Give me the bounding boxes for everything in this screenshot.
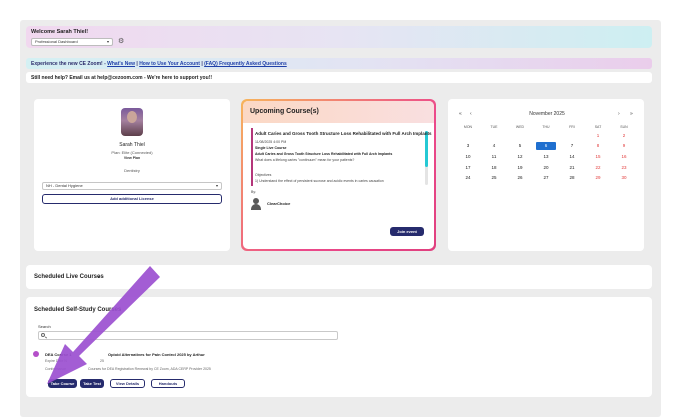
search-input[interactable] [38, 331, 338, 340]
calendar-month-label: November 2025 [529, 111, 565, 117]
status-dot [33, 351, 39, 357]
calendar-day-today[interactable]: 6 [536, 142, 556, 150]
chevron-down-icon[interactable]: ⌄ [96, 272, 102, 280]
upcoming-course-type: Single Live Course [255, 146, 287, 150]
course-title-rest[interactable]: Opioid Alternatives for Pain Control 202… [108, 352, 205, 357]
calendar-day[interactable]: 16 [614, 153, 634, 161]
calendar-day[interactable]: 27 [536, 174, 556, 182]
calendar-day[interactable]: 15 [588, 153, 608, 161]
scheduled-live-title[interactable]: Scheduled Live Courses [34, 274, 104, 280]
welcome-text: Welcome Sarah Thiel! [31, 29, 89, 35]
course-expire-date-rest: 25 [100, 359, 104, 363]
announcement-text: Experience the new CE Zoom! - What's New… [31, 61, 287, 67]
by-label: By: [251, 190, 257, 194]
prev-year-icon[interactable]: « [459, 111, 462, 117]
link-whats-new[interactable]: What's New [107, 61, 135, 67]
calendar-weekday-label: SAT [594, 125, 602, 129]
calendar-day[interactable]: 5 [510, 142, 530, 150]
calendar-day[interactable]: 1 [588, 132, 608, 140]
teacher-name: ClearChoice [267, 201, 291, 206]
self-study-title: Scheduled Self-Study Courses [34, 307, 122, 313]
course-scrollbar[interactable] [425, 131, 428, 185]
chevron-down-icon: ▾ [215, 183, 218, 188]
calendar-weekday-label: THU [542, 125, 550, 129]
upcoming-course-date: 11/08/2025 4:00 PM [255, 140, 287, 144]
objective-item: 1) Understand the effect of persistent s… [255, 179, 384, 183]
calendar-day[interactable]: 20 [536, 164, 556, 172]
next-year-icon[interactable]: » [630, 111, 633, 117]
upcoming-title: Upcoming Course(s) [250, 108, 319, 115]
calendar-day[interactable]: 4 [484, 142, 504, 150]
profile-name: Sarah Thiel [119, 142, 145, 148]
calendar-weekday-label: FRI [569, 125, 575, 129]
user-silhouette-icon [251, 198, 261, 210]
calendar-day[interactable]: 29 [588, 174, 608, 182]
calendar-day[interactable]: 11 [484, 153, 504, 161]
course-conformance-rest: Courses for DEA Registration Renewal by … [88, 367, 211, 371]
link-how-to-use[interactable]: How to Use Your Account [139, 61, 200, 67]
announcement-prefix: Experience the new CE Zoom! - [31, 61, 108, 67]
view-plan-link[interactable]: View Plan [82, 156, 182, 160]
search-icon [41, 333, 45, 337]
chevron-down-icon: ▾ [106, 39, 109, 44]
link-faq[interactable]: (FAQ) Frequently Asked Questions [204, 61, 287, 67]
course-expire-date: Expire Date N [45, 359, 67, 363]
calendar-day[interactable]: 17 [458, 164, 478, 172]
calendar-day[interactable]: 18 [484, 164, 504, 172]
course-title-start[interactable]: DEA Course 1 [45, 352, 72, 357]
calendar-day[interactable]: 7 [562, 142, 582, 150]
calendar-day[interactable]: 3 [458, 142, 478, 150]
license-select-value: NH - Dental Hygiene [46, 183, 83, 188]
calendar-day[interactable]: 25 [484, 174, 504, 182]
objectives-label: Objectives [255, 173, 272, 177]
dashboard-select-value: Professional Dashboard [35, 39, 78, 44]
calendar-day[interactable]: 26 [510, 174, 530, 182]
prev-month-icon[interactable]: ‹ [470, 111, 472, 117]
calendar-weekday-label: WED [515, 125, 525, 129]
dashboard-select[interactable]: Professional Dashboard ▾ [31, 38, 113, 46]
calendar-day[interactable]: 21 [562, 164, 582, 172]
upcoming-course-title-2: Adult Caries and Gross Tooth Structure L… [255, 152, 393, 156]
calendar-day[interactable]: 24 [458, 174, 478, 182]
calendar-weekday-label: SUN [620, 125, 628, 129]
course-conformance: Conformance [45, 367, 67, 371]
calendar-day[interactable]: 23 [614, 164, 634, 172]
scheduled-live-section [26, 265, 652, 289]
view-details-button[interactable]: View Details [110, 379, 145, 388]
avatar [121, 108, 143, 136]
join-event-button[interactable]: Join event [390, 227, 424, 236]
calendar-day[interactable]: 9 [614, 142, 634, 150]
handouts-button[interactable]: Handouts [151, 379, 185, 388]
add-license-button[interactable]: Add additional License [42, 194, 222, 204]
calendar-day[interactable]: 10 [458, 153, 478, 161]
calendar-day[interactable]: 28 [562, 174, 582, 182]
calendar-day[interactable]: 14 [562, 153, 582, 161]
calendar-weekday-label: MON [463, 125, 473, 129]
profile-profession: Dentistry [124, 168, 140, 173]
license-select[interactable]: NH - Dental Hygiene ▾ [42, 182, 222, 190]
calendar-day[interactable]: 8 [588, 142, 608, 150]
take-course-button[interactable]: Take Course [48, 379, 77, 388]
next-month-icon[interactable]: › [618, 111, 620, 117]
help-text: Still need help? Email us at help@cezoom… [31, 75, 212, 81]
calendar-day[interactable]: 12 [510, 153, 530, 161]
upcoming-course-item [251, 128, 428, 186]
upcoming-course-desc: What does a lifelong caries "continuum" … [255, 158, 355, 162]
calendar-day[interactable]: 2 [614, 132, 634, 140]
take-test-button[interactable]: Take Test [80, 379, 104, 388]
search-label: Search [38, 324, 51, 329]
settings-gear-icon[interactable]: ⚙ [118, 38, 124, 46]
calendar-day[interactable]: 22 [588, 164, 608, 172]
calendar-day[interactable]: 19 [510, 164, 530, 172]
calendar-weekday-label: TUE [490, 125, 498, 129]
profile-plan: Plan: Elite (Connected) [111, 150, 153, 155]
upcoming-course-title[interactable]: Adult Caries and Gross Tooth Structure L… [255, 131, 432, 136]
calendar-day[interactable]: 30 [614, 174, 634, 182]
calendar-day[interactable]: 13 [536, 153, 556, 161]
